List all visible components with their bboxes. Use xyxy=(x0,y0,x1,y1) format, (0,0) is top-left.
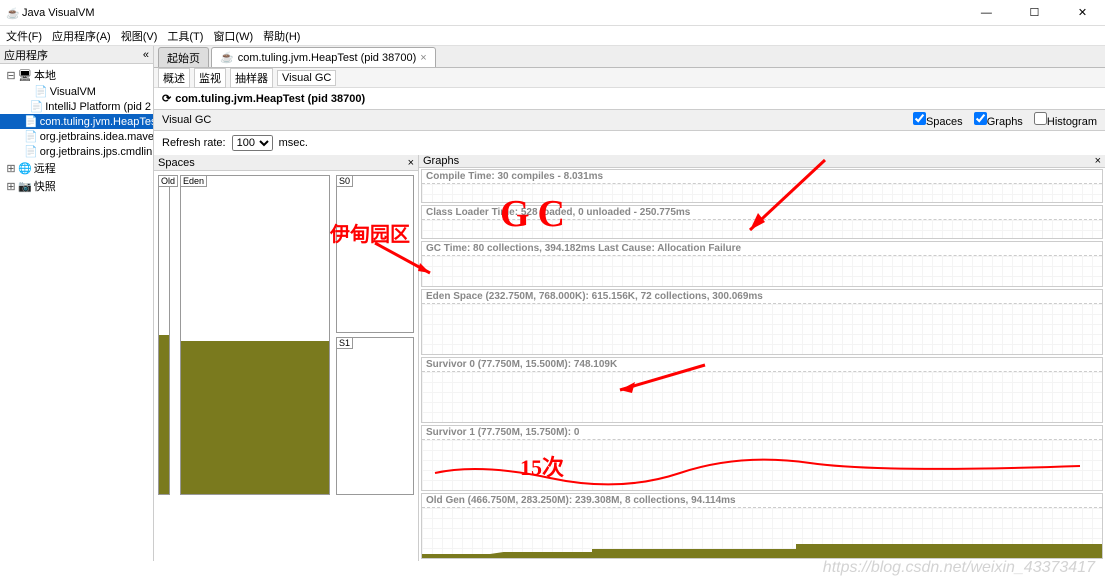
check-graphs[interactable]: Graphs xyxy=(974,116,1023,128)
tree-item-0[interactable]: ⊟🖥本地 xyxy=(0,66,153,84)
section-name: Visual GC xyxy=(162,114,211,126)
compile-label: Compile Time: 30 compiles - 8.031ms xyxy=(422,170,1102,184)
tree-item-4[interactable]: 📄org.jetbrains.idea.maven xyxy=(0,129,153,144)
tab-heaptest-label: com.tuling.jvm.HeapTest (pid 38700) xyxy=(238,52,417,64)
tree-item-6[interactable]: ⊞🌐远程 xyxy=(0,159,153,177)
menu-window[interactable]: 窗口(W) xyxy=(213,28,253,44)
menu-bar: 文件(F) 应用程序(A) 视图(V) 工具(T) 窗口(W) 帮助(H) xyxy=(0,26,1105,46)
window-titlebar: ☕ Java VisualVM — ☐ ✕ xyxy=(0,0,1105,26)
minimize-button[interactable]: — xyxy=(964,0,1009,26)
classloader-label: Class Loader Time: 528 loaded, 0 unloade… xyxy=(422,206,1102,220)
panel-close-icon[interactable]: × xyxy=(408,157,414,169)
row-classloader: Class Loader Time: 528 loaded, 0 unloade… xyxy=(421,205,1103,239)
gc-label: GC Time: 80 collections, 394.182ms Last … xyxy=(422,242,1102,256)
old-space-box: Old xyxy=(158,175,170,495)
eden-met-label: Eden Space (232.750M, 768.000K): 615.156… xyxy=(422,290,1102,304)
refresh-label: Refresh rate: xyxy=(162,137,226,149)
btn-overview[interactable]: 概述 xyxy=(158,68,190,88)
maximize-button[interactable]: ☐ xyxy=(1012,0,1057,25)
row-eden: Eden Space (232.750M, 768.000K): 615.156… xyxy=(421,289,1103,355)
row-s0: Survivor 0 (77.750M, 15.500M): 748.109K xyxy=(421,357,1103,423)
s0-met-label: Survivor 0 (77.750M, 15.500M): 748.109K xyxy=(422,358,1102,372)
refresh-unit: msec. xyxy=(279,137,308,149)
row-gc: GC Time: 80 collections, 394.182ms Last … xyxy=(421,241,1103,287)
old-met-label: Old Gen (466.750M, 283.250M): 239.308M, … xyxy=(422,494,1102,508)
sidebar-title: 应用程序 xyxy=(4,47,48,63)
graphs-panel: Graphs × Compile Time: 30 compiles - 8.0… xyxy=(419,155,1105,561)
refresh-icon[interactable]: ⟳ xyxy=(162,92,171,105)
tab-start-label: 起始页 xyxy=(167,50,200,66)
watermark: https://blog.csdn.net/weixin_43373417 xyxy=(823,559,1095,577)
close-button[interactable]: ✕ xyxy=(1060,0,1105,25)
editor-tabs: 起始页 ☕ com.tuling.jvm.HeapTest (pid 38700… xyxy=(154,46,1105,68)
panel-close-icon[interactable]: × xyxy=(1095,155,1101,167)
check-histogram[interactable]: Histogram xyxy=(1034,116,1097,128)
menu-tool[interactable]: 工具(T) xyxy=(167,28,203,44)
tab-start[interactable]: 起始页 xyxy=(158,47,209,67)
eden-space-box: Eden xyxy=(180,175,330,495)
s1-met-label: Survivor 1 (77.750M, 15.750M): 0 xyxy=(422,426,1102,440)
java-icon: ☕ xyxy=(220,51,234,64)
menu-help[interactable]: 帮助(H) xyxy=(263,28,300,44)
close-icon[interactable]: × xyxy=(420,52,426,64)
menu-file[interactable]: 文件(F) xyxy=(6,28,42,44)
row-old: Old Gen (466.750M, 283.250M): 239.308M, … xyxy=(421,493,1103,559)
check-spaces[interactable]: Spaces xyxy=(913,116,963,128)
tree-item-5[interactable]: 📄org.jetbrains.jps.cmdlin xyxy=(0,144,153,159)
spaces-title: Spaces xyxy=(158,157,195,169)
window-title: Java VisualVM xyxy=(22,7,95,19)
content-area: 起始页 ☕ com.tuling.jvm.HeapTest (pid 38700… xyxy=(154,46,1105,561)
sub-toolbar: 概述 监视 抽样器 Visual GC xyxy=(154,68,1105,88)
tree-item-1[interactable]: 📄VisualVM xyxy=(0,84,153,99)
graphs-title: Graphs xyxy=(423,155,459,167)
btn-sampler[interactable]: 抽样器 xyxy=(230,68,273,88)
btn-monitor[interactable]: 监视 xyxy=(194,68,226,88)
tab-heaptest[interactable]: ☕ com.tuling.jvm.HeapTest (pid 38700) × xyxy=(211,47,436,67)
tree-item-2[interactable]: 📄IntelliJ Platform (pid 2 xyxy=(0,99,153,114)
apps-sidebar: 应用程序 « ⊟🖥本地📄VisualVM📄IntelliJ Platform (… xyxy=(0,46,154,561)
spaces-panel: Spaces × Old Eden S0 S1 xyxy=(154,155,419,561)
old-label: Old xyxy=(158,175,178,187)
s0-space-box: S0 xyxy=(336,175,414,333)
btn-visualgc[interactable]: Visual GC xyxy=(277,70,336,86)
eden-label: Eden xyxy=(180,175,207,187)
menu-view[interactable]: 视图(V) xyxy=(121,28,158,44)
app-icon: ☕ xyxy=(6,7,18,19)
sidebar-collapse-icon[interactable]: « xyxy=(143,49,149,61)
s0-label: S0 xyxy=(336,175,353,187)
tree-item-7[interactable]: ⊞📷快照 xyxy=(0,177,153,195)
apps-tree: ⊟🖥本地📄VisualVM📄IntelliJ Platform (pid 2📄c… xyxy=(0,64,153,561)
s1-label: S1 xyxy=(336,337,353,349)
row-s1: Survivor 1 (77.750M, 15.750M): 0 xyxy=(421,425,1103,491)
menu-app[interactable]: 应用程序(A) xyxy=(52,28,111,44)
tree-item-3[interactable]: 📄com.tuling.jvm.HeapTest xyxy=(0,114,153,129)
s1-space-box: S1 xyxy=(336,337,414,495)
refresh-select[interactable]: 100 xyxy=(232,135,273,151)
process-title: com.tuling.jvm.HeapTest (pid 38700) xyxy=(175,93,365,105)
row-compile: Compile Time: 30 compiles - 8.031ms xyxy=(421,169,1103,203)
